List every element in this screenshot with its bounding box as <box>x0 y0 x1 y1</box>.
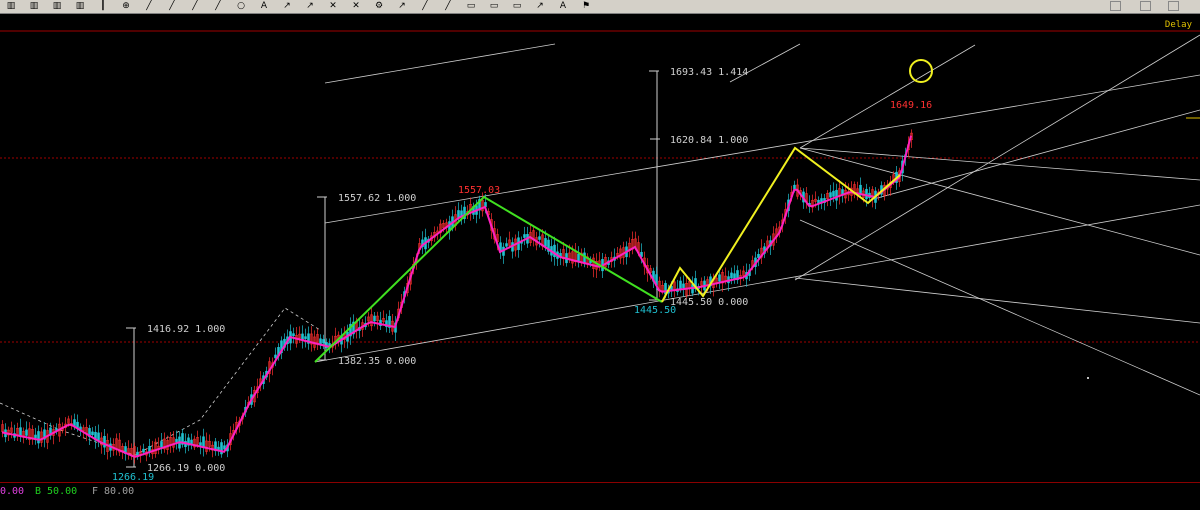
candle <box>34 434 37 439</box>
wave-line-green <box>314 195 663 363</box>
trend-line <box>794 34 1200 281</box>
price-chart[interactable]: 1416.92 1.000 1266.19 0.000 1557.62 1.000 1… <box>0 14 1200 482</box>
trend-line <box>869 109 1200 201</box>
fib-level-label: 1557.62 1.000 <box>338 193 416 204</box>
candle <box>733 273 736 279</box>
cross-icon[interactable]: ✕ <box>351 1 361 11</box>
circle-icon[interactable]: ○ <box>236 1 246 11</box>
arrow-icon[interactable]: ↗ <box>305 1 315 11</box>
candle <box>679 280 682 289</box>
price-high-label: 1649.16 <box>890 100 932 111</box>
candle <box>217 446 220 451</box>
legend-value-1: 0.00 <box>0 486 25 497</box>
trend-line <box>799 44 976 149</box>
zoom-icon[interactable]: ⊕ <box>121 1 131 11</box>
cross-icon[interactable]: ✕ <box>328 1 338 11</box>
fib-level-label: 1416.92 1.000 <box>147 324 225 335</box>
candle <box>304 336 307 339</box>
bar-chart-icon[interactable]: ▥ <box>29 1 39 11</box>
moving-average-line <box>1 135 912 458</box>
arrow-icon[interactable]: ↗ <box>282 1 292 11</box>
fib-level-label: 1382.35 0.000 <box>338 356 416 367</box>
candle <box>682 283 685 288</box>
target-circle <box>909 59 933 83</box>
line-icon[interactable]: ╱ <box>144 1 154 11</box>
candle <box>835 189 838 201</box>
drawing-toolbar: ▥ ▥ ▥ ▥ ┃ ⊕ ╱ ╱ ╱ ╱ ○ A ↗ ↗ ✕ ✕ ⚙ ↗ ╱ ╱ ▭ ▭ ▭ ↗ A ⚑ <box>0 0 1200 14</box>
candle <box>730 272 733 279</box>
candle <box>175 438 178 443</box>
delay-indicator-label: Delay <box>1164 20 1192 30</box>
candle <box>523 234 526 238</box>
close-button[interactable] <box>1168 1 1179 11</box>
line-icon[interactable]: ╱ <box>190 1 200 11</box>
candle <box>103 435 106 448</box>
bar-chart-icon[interactable]: ▥ <box>52 1 62 11</box>
candle <box>91 431 94 436</box>
line-icon[interactable]: ╱ <box>213 1 223 11</box>
candle <box>793 184 796 190</box>
text-icon[interactable]: A <box>558 1 568 11</box>
candle <box>292 333 295 337</box>
price-high-label: 1557.03 <box>458 185 500 196</box>
settings-icon[interactable]: ⚙ <box>374 1 384 11</box>
wave-line-yellow <box>661 146 901 303</box>
candle <box>829 192 832 198</box>
trend-line <box>799 219 1200 396</box>
trend-line <box>324 43 556 84</box>
dot-marker <box>1087 377 1089 379</box>
trend-line <box>794 277 1200 324</box>
legend-value-b: B 50.00 <box>35 486 78 497</box>
candle <box>25 429 28 436</box>
candle <box>199 442 202 446</box>
line-icon[interactable]: ╱ <box>420 1 430 11</box>
price-low-label: 1445.50 <box>634 305 676 316</box>
candle <box>274 354 277 359</box>
candle <box>505 243 508 247</box>
price-low-label: 1266.19 <box>112 472 154 482</box>
bar-chart-icon[interactable]: ▥ <box>6 1 16 11</box>
fib-level-label: 1620.84 1.000 <box>670 135 748 146</box>
minimize-button[interactable] <box>1110 1 1121 11</box>
box-icon[interactable]: ▭ <box>466 1 476 11</box>
arrow-icon[interactable]: ↗ <box>397 1 407 11</box>
line-icon[interactable]: ╱ <box>443 1 453 11</box>
box-icon[interactable]: ▭ <box>512 1 522 11</box>
candle <box>583 252 586 264</box>
candle <box>37 431 40 444</box>
candle <box>544 238 547 247</box>
candle <box>832 190 835 197</box>
flag-icon[interactable]: ⚑ <box>581 1 591 11</box>
candle <box>538 236 541 240</box>
fib-level-label: 1693.43 1.414 <box>670 67 748 78</box>
legend-value-f: F 80.00 <box>92 486 135 497</box>
candle <box>577 253 580 262</box>
candle <box>865 188 868 200</box>
candle <box>322 339 325 344</box>
candle <box>148 446 151 452</box>
indicator-legend-bar: 0.00 B 50.00 F 80.00 <box>0 482 1200 510</box>
fib-level-label: 1445.50 0.000 <box>670 297 748 308</box>
candle <box>142 448 145 453</box>
candle <box>373 315 376 322</box>
text-icon[interactable]: A <box>259 1 269 11</box>
candle <box>718 274 721 282</box>
fib-level-label: 1266.19 0.000 <box>147 463 225 474</box>
candle-icon[interactable]: ┃ <box>98 1 108 11</box>
box-icon[interactable]: ▭ <box>489 1 499 11</box>
restore-button[interactable] <box>1140 1 1151 11</box>
arrow-icon[interactable]: ↗ <box>535 1 545 11</box>
trend-line <box>314 204 1200 363</box>
candle <box>97 432 100 441</box>
line-icon[interactable]: ╱ <box>167 1 177 11</box>
bar-chart-icon[interactable]: ▥ <box>75 1 85 11</box>
candle <box>202 436 205 448</box>
candle <box>160 441 163 448</box>
